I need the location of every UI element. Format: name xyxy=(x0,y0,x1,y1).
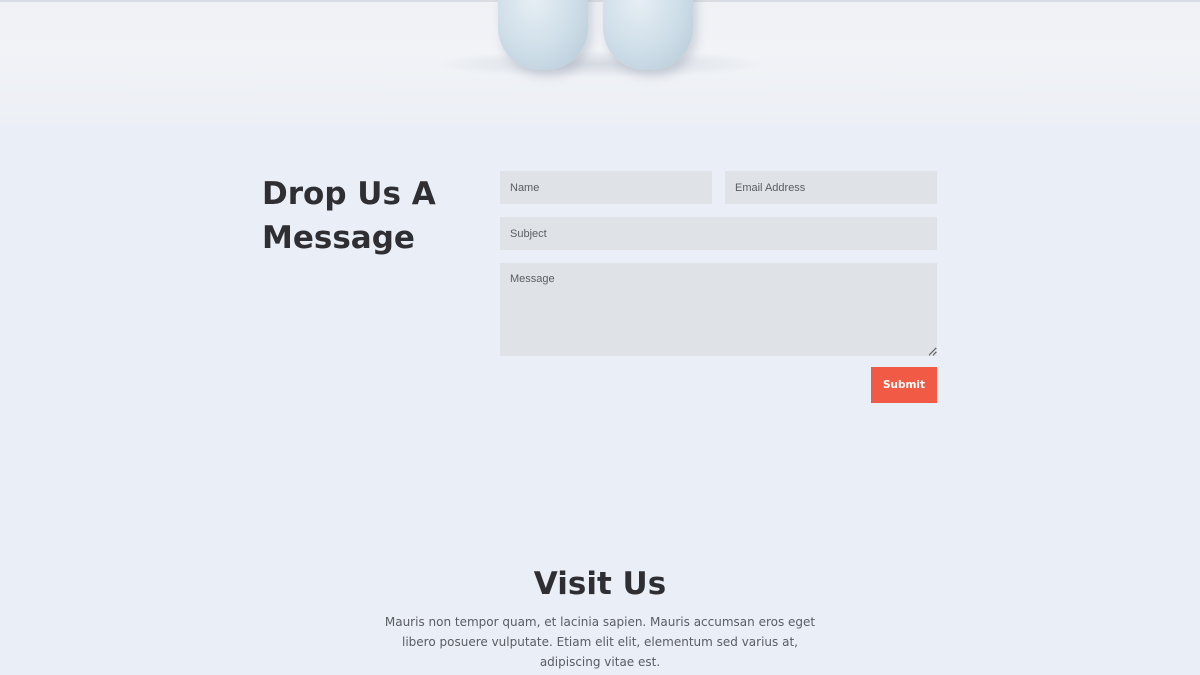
contact-title: Drop Us A Message xyxy=(262,176,436,256)
visit-description: Mauris non tempor quam, et lacinia sapie… xyxy=(384,615,816,669)
hero-shadow xyxy=(430,50,770,78)
submit-button[interactable]: Submit xyxy=(871,367,937,403)
name-input[interactable] xyxy=(500,171,712,204)
hero-image xyxy=(0,0,1200,125)
page: Drop Us A Message Submit Visit Us Mauris… xyxy=(0,0,1200,675)
visit-title: Visit Us xyxy=(533,566,667,602)
message-textarea[interactable] xyxy=(500,263,937,356)
subject-input[interactable] xyxy=(500,217,937,250)
hero-divider xyxy=(0,0,1200,2)
email-input[interactable] xyxy=(725,171,937,204)
resize-handle-icon[interactable] xyxy=(929,348,937,356)
